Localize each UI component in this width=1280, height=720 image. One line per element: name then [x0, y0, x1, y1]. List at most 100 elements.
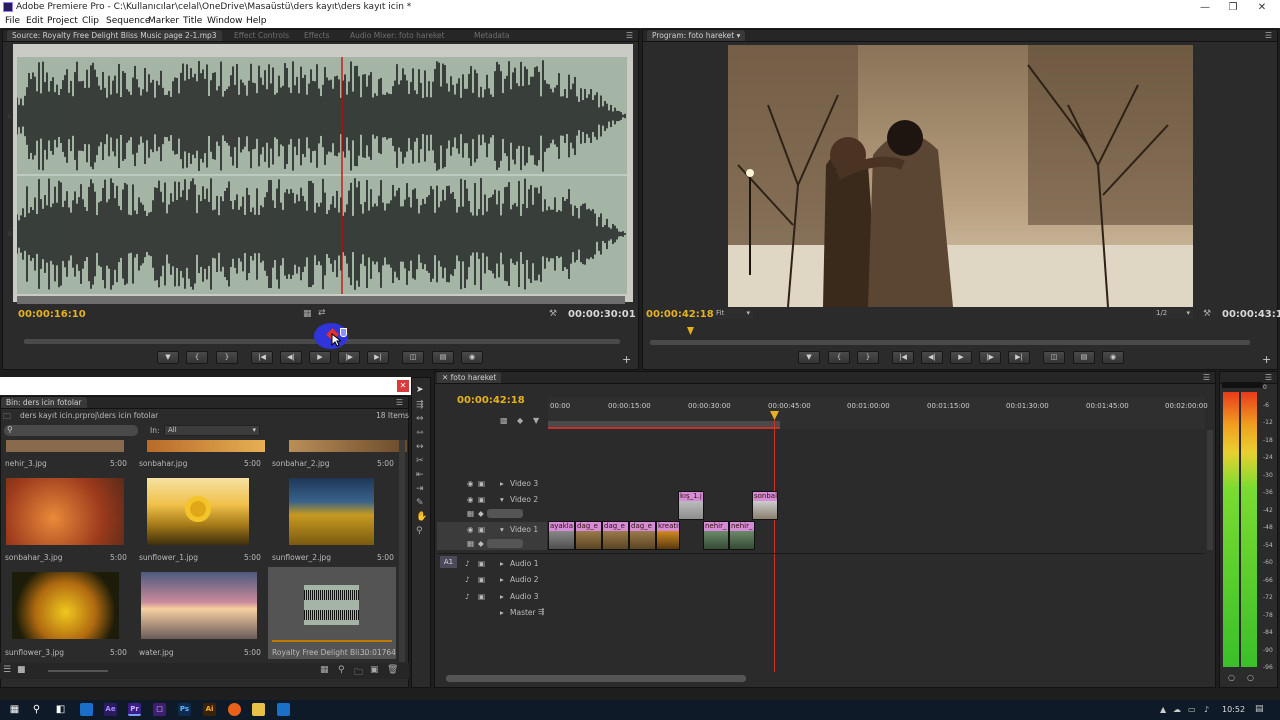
lock-icon[interactable]: ▣ — [478, 495, 485, 504]
eye-icon[interactable]: ◉ — [467, 525, 474, 534]
menu-file[interactable]: File — [5, 16, 20, 26]
in-filter-dropdown[interactable]: All ▾ — [164, 425, 260, 436]
timeline-marker-icon[interactable]: ◆ — [517, 416, 523, 425]
expand-arrow-icon[interactable]: ▸ — [500, 592, 504, 601]
eye-icon[interactable]: ◉ — [467, 479, 474, 488]
lock-icon[interactable]: ▣ — [478, 575, 485, 584]
program-export-frame-button[interactable]: ◉ — [1102, 351, 1124, 364]
thumb-nehir-3[interactable] — [6, 440, 124, 452]
network-icon[interactable]: ☁ — [1173, 705, 1181, 714]
program-current-time[interactable]: 00:00:42:18 — [646, 309, 714, 320]
tab-timeline[interactable]: ✕ foto hareket — [437, 372, 502, 383]
menu-sequence[interactable]: Sequence — [106, 16, 150, 26]
file-explorer-icon[interactable] — [252, 703, 265, 716]
video1-clip[interactable]: ayakla — [548, 521, 575, 550]
thumb-sunflower-3[interactable] — [12, 572, 119, 639]
program-play-button[interactable]: ▶ — [950, 351, 972, 364]
program-mark-in-button[interactable]: { — [828, 351, 850, 364]
mark-in-button[interactable]: { — [186, 351, 208, 364]
volume-icon[interactable]: ♪ — [1204, 705, 1209, 714]
tab-effect-controls[interactable]: Effect Controls — [229, 30, 294, 41]
new-bin-icon[interactable]: 🗀 — [354, 665, 363, 681]
zoom-tool-icon[interactable]: ⚲ — [416, 526, 423, 536]
overwrite-button[interactable]: ▤ — [432, 351, 454, 364]
step-back-button[interactable]: ◀| — [280, 351, 302, 364]
minimize-button[interactable]: — — [1190, 0, 1220, 15]
media-encoder-icon[interactable]: □ — [153, 703, 166, 716]
eye-icon[interactable]: ◉ — [467, 495, 474, 504]
program-go-to-in-button[interactable]: |◀ — [892, 351, 914, 364]
restore-button[interactable]: ❐ — [1218, 0, 1248, 15]
slide-tool-icon[interactable]: ⇥ — [416, 484, 424, 494]
bin-search-input[interactable]: ⚲ — [4, 425, 138, 436]
display-style-icon[interactable]: ▦ — [467, 539, 474, 548]
ripple-edit-tool-icon[interactable]: ⇔ — [416, 414, 424, 424]
video2-clip[interactable]: kış_1.j — [678, 491, 704, 520]
thumb-royalty-free-audio[interactable] — [304, 585, 359, 625]
program-step-back-button[interactable]: ◀| — [921, 351, 943, 364]
resolution-dropdown[interactable]: 1/2 ▾ — [1153, 309, 1193, 319]
tab-metadata[interactable]: Metadata — [469, 30, 515, 41]
slip-tool-icon[interactable]: ⇤ — [416, 470, 424, 480]
solo-right-icon[interactable]: ○ — [1247, 673, 1254, 682]
bin-panel-menu-icon[interactable]: ☰ — [396, 398, 403, 407]
illustrator-icon[interactable]: Ai — [203, 703, 216, 716]
bin-close-icon[interactable]: ✕ — [397, 380, 409, 392]
expand-arrow-icon[interactable]: ▸ — [500, 479, 504, 488]
menu-marker[interactable]: Marker — [148, 16, 179, 26]
menu-edit[interactable]: Edit — [26, 16, 43, 26]
program-panel-menu-icon[interactable]: ☰ — [1265, 31, 1272, 40]
menu-project[interactable]: Project — [47, 16, 78, 26]
list-view-icon[interactable]: ☰ — [3, 665, 11, 675]
program-wrench-icon[interactable]: ⚒ — [1203, 309, 1211, 319]
selection-tool-icon[interactable]: ➤ — [416, 385, 424, 395]
icon-view-icon[interactable]: ■ — [17, 665, 26, 675]
speaker-icon[interactable]: ♪ — [465, 575, 470, 584]
taskbar-clock[interactable]: 10:52 — [1222, 705, 1245, 714]
automate-sequence-icon[interactable]: ▦ — [320, 665, 329, 675]
lock-icon[interactable]: ▣ — [478, 525, 485, 534]
notifications-icon[interactable]: ▤ — [1255, 704, 1264, 714]
rate-stretch-tool-icon[interactable]: ↔ — [416, 442, 424, 452]
thumb-sonbahar-2[interactable] — [289, 440, 407, 452]
collapse-arrow-icon[interactable]: ▾ — [500, 525, 504, 534]
tab-bin[interactable]: Bin: ders icin fotolar — [1, 397, 87, 408]
keyframe-icon[interactable]: ◆ — [478, 509, 484, 518]
add-marker-icon[interactable]: ▼ — [533, 416, 539, 425]
thumb-sunflower-1[interactable] — [147, 478, 249, 545]
premiere-taskbar-icon[interactable]: Pr — [128, 703, 141, 716]
new-item-icon[interactable]: ▣ — [370, 665, 379, 675]
source-playhead-marker[interactable] — [340, 328, 347, 337]
tab-program[interactable]: Program: foto hareket ▾ — [647, 30, 746, 41]
firefox-icon[interactable] — [228, 703, 241, 716]
menu-clip[interactable]: Clip — [82, 16, 99, 26]
button-editor-icon[interactable]: + — [622, 353, 631, 366]
insert-button[interactable]: ◫ — [402, 351, 424, 364]
timeline-current-time[interactable]: 00:00:42:18 — [457, 395, 525, 406]
tab-audio-mixer[interactable]: Audio Mixer: foto hareket — [345, 30, 450, 41]
menu-window[interactable]: Window — [207, 16, 243, 26]
notepad-icon[interactable] — [277, 703, 290, 716]
desktop-app-icon[interactable] — [80, 703, 93, 716]
razor-tool-icon[interactable]: ✂ — [416, 456, 424, 466]
program-mark-out-button[interactable]: } — [857, 351, 879, 364]
keyframe-icon[interactable]: ◆ — [478, 539, 484, 548]
lift-button[interactable]: ◫ — [1043, 351, 1065, 364]
program-scrub-bar[interactable] — [650, 340, 1250, 345]
meters-panel-menu-icon[interactable]: ☰ — [1265, 373, 1272, 382]
thumb-sonbahar-3[interactable] — [6, 478, 124, 545]
menu-help[interactable]: Help — [246, 16, 267, 26]
mark-out-button[interactable]: } — [216, 351, 238, 364]
play-button[interactable]: ▶ — [309, 351, 331, 364]
video1-clip[interactable]: dag_e — [629, 521, 656, 550]
video2-clip[interactable]: sonbal — [752, 491, 778, 520]
delete-icon[interactable]: 🗑 — [387, 665, 398, 675]
collapse-arrow-icon[interactable]: ▾ — [500, 495, 504, 504]
lock-icon[interactable]: ▣ — [478, 479, 485, 488]
expand-arrow-icon[interactable]: ▸ — [500, 608, 504, 617]
video1-clip[interactable]: dag_e — [575, 521, 602, 550]
source-waveform[interactable] — [16, 57, 627, 294]
add-marker-button[interactable]: ▼ — [157, 351, 179, 364]
program-go-to-out-button[interactable]: ▶| — [1008, 351, 1030, 364]
drag-audio-icon[interactable]: ⇄ — [318, 308, 326, 318]
